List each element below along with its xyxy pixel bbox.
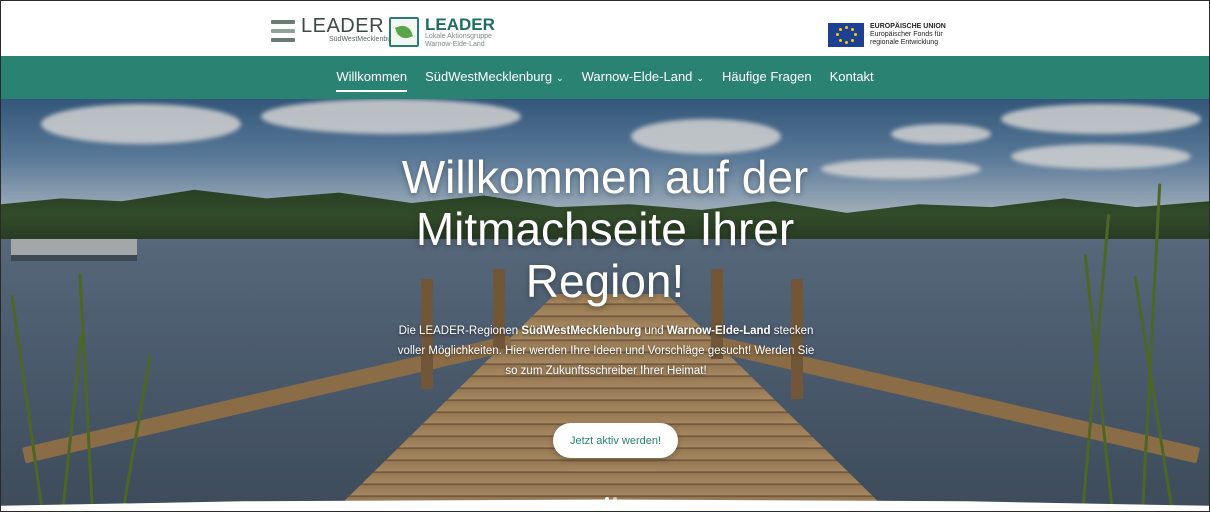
logo2-subtitle-1: Lokale Aktionsgruppe: [425, 33, 492, 40]
eu-line2: Europäischer Fonds für: [870, 31, 943, 38]
nav-label: SüdWestMecklenburg: [425, 69, 553, 84]
nav-label: Häufige Fragen: [721, 69, 812, 84]
eu-line1: EUROPÄISCHE UNION: [870, 23, 946, 30]
nav-item-suedwestmecklenburg[interactable]: SüdWestMecklenburg ⌄: [425, 69, 563, 86]
eu-line3: regionale Entwicklung: [870, 39, 939, 46]
hero-title-line2: Mitmachseite Ihrer: [415, 203, 795, 255]
hero-description: Die LEADER-Regionen SüdWestMecklenburg u…: [396, 321, 816, 381]
logo1-subtitle: SüdWestMecklenburg: [329, 36, 398, 43]
nav-item-warnow-elde-land[interactable]: Warnow-Elde-Land ⌄: [582, 69, 704, 86]
hero-text-part: und: [641, 325, 667, 337]
hero-title-line1: Willkommen auf der: [401, 151, 809, 203]
hero-text-bold: Warnow-Elde-Land: [666, 325, 771, 337]
chevron-down-icon: ⌄: [696, 73, 704, 83]
eu-flag-icon: [828, 23, 864, 47]
nav-item-kontakt[interactable]: Kontakt: [830, 69, 874, 86]
nav-label: Willkommen: [336, 69, 408, 84]
hero-title-line3: Region!: [525, 255, 685, 307]
browser-viewport: LEADER SüdWestMecklenburg LEADER Lokale …: [0, 0, 1210, 512]
nav-item-willkommen[interactable]: Willkommen: [336, 69, 408, 92]
logo1-title: LEADER: [301, 15, 385, 37]
leader-stripes-icon: [271, 19, 295, 42]
leaf-icon: [389, 17, 419, 47]
cta-button[interactable]: Jetzt aktiv werden!: [553, 423, 678, 458]
logo2-title: LEADER: [425, 15, 495, 34]
hero-slider: Willkommen auf der Mitmachseite Ihrer Re…: [1, 99, 1209, 511]
chevron-down-icon: ⌄: [556, 73, 564, 83]
main-nav: Willkommen SüdWestMecklenburg ⌄ Warnow-El…: [1, 56, 1209, 99]
hero-title: Willkommen auf der Mitmachseite Ihrer Re…: [1, 151, 1209, 307]
hero-text-bold: SüdWestMecklenburg: [521, 325, 642, 337]
nav-label: Kontakt: [829, 69, 874, 84]
logo2-subtitle-2: Warnow-Elde-Land: [425, 41, 485, 48]
logo-bar: LEADER SüdWestMecklenburg LEADER Lokale …: [1, 1, 1209, 56]
nav-item-haeufige-fragen[interactable]: Häufige Fragen: [722, 69, 812, 86]
leader-wel-logo[interactable]: LEADER Lokale Aktionsgruppe Warnow-Elde-…: [389, 15, 495, 49]
leader-swm-logo[interactable]: LEADER SüdWestMecklenburg: [271, 15, 398, 44]
eu-logo: EUROPÄISCHE UNION Europäischer Fonds für…: [828, 23, 946, 47]
hero-text-part: Die LEADER-Regionen: [398, 325, 522, 337]
nav-label: Warnow-Elde-Land: [581, 69, 693, 84]
